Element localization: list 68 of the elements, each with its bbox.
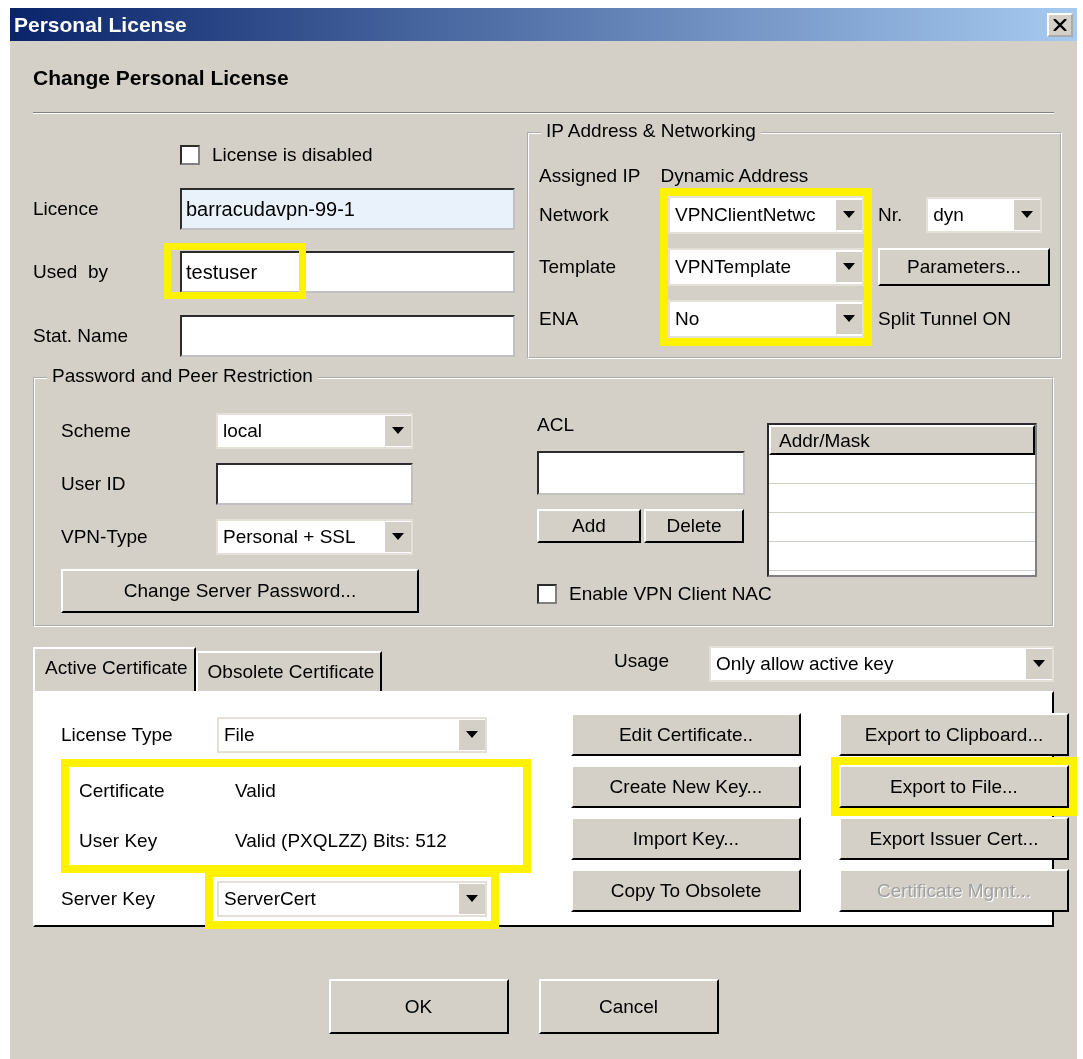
input-field[interactable]: testuser	[180, 251, 515, 294]
tab[interactable]: Active Certificate	[33, 647, 196, 691]
dropdown[interactable]: VPNClientNetwc	[668, 196, 864, 234]
field-label: Network	[539, 203, 610, 227]
field-label: Assigned IP	[539, 164, 641, 188]
caret-icon	[843, 211, 855, 219]
input-field[interactable]: barracudavpn-99-1	[180, 187, 515, 230]
button[interactable]: Cancel	[538, 979, 719, 1034]
field-label: Server Key	[61, 887, 156, 911]
input-field[interactable]	[216, 463, 413, 505]
field-label: Licence	[33, 196, 100, 221]
dropdown[interactable]: Only allow active key	[709, 646, 1054, 682]
button[interactable]: Export to File...	[839, 765, 1069, 808]
field-label: Certificate	[79, 779, 166, 803]
dropdown[interactable]: ServerCert	[217, 881, 487, 917]
dropdown[interactable]: VPNTemplate	[668, 248, 864, 286]
dropdown[interactable]: dyn	[926, 197, 1043, 233]
caret-icon	[392, 533, 404, 541]
field-value: Valid (PXQLZZ) Bits: 512	[235, 829, 447, 853]
field-value: Valid	[235, 779, 276, 803]
dropdown[interactable]: local	[216, 413, 413, 449]
button[interactable]: Create New Key...	[571, 765, 801, 808]
caret-icon	[1021, 211, 1034, 219]
button[interactable]: Export Issuer Cert...	[839, 817, 1069, 860]
field-label: ENA	[539, 307, 580, 331]
dropdown[interactable]: Personal + SSL	[216, 519, 413, 555]
caret-icon	[843, 263, 855, 271]
field-label: Usage	[614, 649, 669, 673]
button[interactable]: Import Key...	[571, 817, 801, 860]
window-title: Personal License	[14, 12, 187, 37]
field-label: ACL	[537, 413, 575, 437]
button[interactable]: Add	[537, 509, 641, 543]
button[interactable]: Export to Clipboard...	[839, 713, 1069, 756]
field-label: VPN-Type	[61, 525, 149, 549]
caret-icon	[466, 731, 478, 739]
button[interactable]: Copy To Obsolete	[571, 869, 801, 912]
field-value: Dynamic Address	[660, 164, 809, 188]
checkbox-label: Enable VPN Client NAC	[569, 583, 772, 605]
caret-icon	[392, 427, 404, 435]
close-button[interactable]	[1047, 12, 1073, 37]
status-text: Split Tunnel ON	[878, 307, 1013, 331]
field-label: Template	[539, 255, 618, 279]
dialog-heading: Change Personal License	[33, 65, 290, 91]
caret-icon	[466, 895, 478, 903]
button[interactable]: Parameters...	[878, 248, 1050, 286]
input-field[interactable]	[537, 451, 745, 495]
checkbox-label: License is disabled	[212, 143, 373, 166]
button[interactable]: Delete	[644, 509, 744, 543]
button[interactable]: OK	[328, 979, 509, 1034]
button[interactable]: Change Server Password...	[61, 569, 419, 613]
input-field[interactable]	[180, 315, 515, 358]
field-label: Nr.	[878, 203, 903, 227]
caret-icon	[843, 315, 855, 323]
dropdown[interactable]: File	[217, 717, 487, 753]
field-label: Used by	[33, 260, 109, 285]
field-label: Scheme	[61, 419, 132, 443]
column-header: Addr/Mask	[769, 425, 1035, 455]
caret-icon	[1033, 660, 1045, 668]
field-label: Stat. Name	[33, 324, 130, 349]
field-label: License Type	[61, 723, 174, 747]
dropdown[interactable]: No	[668, 300, 864, 338]
tab[interactable]: Obsolete Certificate	[195, 651, 383, 691]
checkbox[interactable]	[537, 584, 557, 604]
checkbox[interactable]	[180, 144, 200, 165]
close-icon	[1053, 18, 1067, 31]
button[interactable]: Edit Certificate..	[571, 713, 801, 756]
field-label: User Key	[79, 829, 159, 853]
field-label: User ID	[61, 472, 127, 496]
